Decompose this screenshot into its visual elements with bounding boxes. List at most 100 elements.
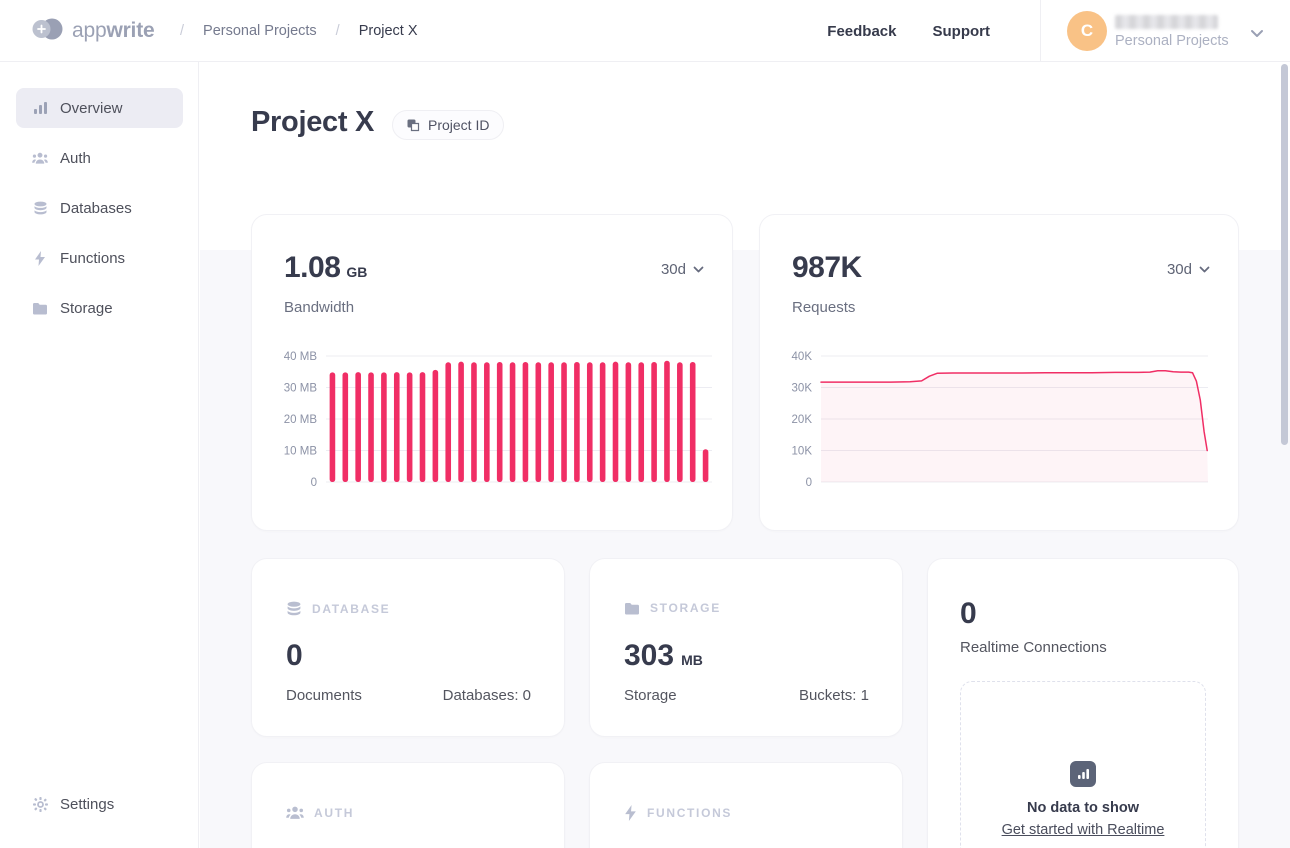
project-id-badge-label: Project ID (428, 117, 489, 133)
top-header: appwrite / Personal Projects / Project X… (0, 0, 1290, 62)
sidebar-item-storage[interactable]: Storage (16, 288, 183, 328)
breadcrumb: / Personal Projects / Project X (180, 0, 418, 62)
sidebar-item-overview[interactable]: Overview (16, 88, 183, 128)
documents-count: 0 (286, 639, 310, 673)
folder-icon (32, 300, 48, 316)
users-icon (32, 150, 48, 166)
gear-icon (32, 796, 48, 812)
lightning-icon (624, 805, 637, 821)
sidebar: Overview Auth Databases Functions Storag… (0, 62, 199, 848)
database-card-footer: Documents Databases: 0 (286, 687, 531, 704)
get-started-realtime-link[interactable]: Get started with Realtime (961, 822, 1205, 838)
storage-size: 303 MB (624, 639, 703, 673)
header-links: Feedback Support (827, 0, 990, 62)
vertical-scrollbar-thumb[interactable] (1281, 64, 1288, 445)
chevron-down-icon (1250, 25, 1264, 43)
bandwidth-card: 1.08 GB 30d Bandwidth 0 10 MB 20 MB 30 MB 40… (251, 214, 733, 531)
sidebar-item-label: Databases (60, 200, 132, 217)
users-icon (286, 805, 304, 820)
storage-card-header: STORAGE (624, 601, 721, 615)
sidebar-item-databases[interactable]: Databases (16, 188, 183, 228)
realtime-connections-number: 0 (960, 597, 977, 631)
chevron-down-icon (693, 266, 704, 273)
functions-card-header: FUNCTIONS (624, 805, 732, 821)
breadcrumb-project-x[interactable]: Project X (359, 23, 418, 39)
bar-chart-icon (32, 100, 48, 116)
sidebar-item-label: Overview (60, 100, 123, 117)
feedback-link[interactable]: Feedback (827, 23, 896, 40)
logo-text: appwrite (72, 19, 154, 43)
folder-icon (624, 602, 640, 615)
storage-label: Storage (624, 687, 677, 704)
storage-unit: MB (681, 652, 703, 668)
bandwidth-label: Bandwidth (284, 299, 354, 316)
sidebar-item-label: Storage (60, 300, 113, 317)
svg-text:20 MB: 20 MB (284, 414, 318, 426)
svg-text:10 MB: 10 MB (284, 446, 318, 458)
page-title: Project X (251, 106, 374, 139)
account-org-label: Personal Projects (1115, 33, 1229, 49)
bar-chart-icon (1070, 761, 1096, 787)
account-menu-button[interactable]: C Personal Projects (1040, 0, 1290, 62)
realtime-empty-state: No data to show Get started with Realtim… (960, 681, 1206, 848)
lightning-icon (32, 250, 48, 266)
sidebar-item-auth[interactable]: Auth (16, 138, 183, 178)
appwrite-logo-icon (32, 18, 63, 45)
database-icon (32, 200, 48, 216)
storage-card-footer: Storage Buckets: 1 (624, 687, 869, 704)
functions-card: FUNCTIONS (589, 762, 903, 848)
svg-text:30 MB: 30 MB (284, 383, 318, 395)
database-category-label: DATABASE (312, 602, 390, 616)
support-link[interactable]: Support (933, 23, 991, 40)
range-label: 30d (1167, 261, 1192, 278)
realtime-card: 0 Realtime Connections No data to show G… (927, 558, 1239, 848)
app-window: appwrite / Personal Projects / Project X… (0, 0, 1290, 848)
sidebar-item-label: Settings (60, 796, 114, 813)
requests-card: 987K 30d Requests 010K20K30K40K (759, 214, 1239, 531)
auth-card-header: AUTH (286, 805, 354, 820)
sidebar-item-label: Auth (60, 150, 91, 167)
no-data-text: No data to show (961, 800, 1205, 816)
realtime-connections-label: Realtime Connections (960, 639, 1107, 656)
bandwidth-bar-chart: 0 10 MB 20 MB 30 MB 40 MB (268, 341, 718, 517)
storage-category-label: STORAGE (650, 601, 721, 615)
sidebar-item-settings[interactable]: Settings (16, 784, 183, 824)
sidebar-item-label: Functions (60, 250, 125, 267)
requests-range-dropdown[interactable]: 30d (1167, 261, 1210, 278)
requests-value: 987K (792, 251, 868, 285)
svg-text:20K: 20K (792, 414, 813, 426)
bandwidth-unit: GB (346, 264, 367, 280)
requests-line-chart: 010K20K30K40K (776, 341, 1226, 517)
database-card: DATABASE 0 Documents Databases: 0 (251, 558, 565, 737)
functions-category-label: FUNCTIONS (647, 806, 732, 820)
storage-card: STORAGE 303 MB Storage Buckets: 1 (589, 558, 903, 737)
copy-icon (407, 119, 420, 132)
bandwidth-number: 1.08 (284, 251, 340, 285)
range-label: 30d (661, 261, 686, 278)
buckets-count-label: Buckets: 1 (799, 687, 869, 704)
appwrite-logo[interactable]: appwrite (32, 0, 154, 62)
auth-card: AUTH (251, 762, 565, 848)
bandwidth-value: 1.08 GB (284, 251, 367, 285)
svg-text:10K: 10K (792, 446, 813, 458)
svg-text:40K: 40K (792, 351, 813, 363)
avatar: C (1067, 11, 1107, 51)
svg-text:40 MB: 40 MB (284, 351, 318, 363)
documents-number: 0 (286, 639, 303, 673)
requests-number: 987K (792, 251, 862, 285)
storage-number: 303 (624, 639, 674, 673)
auth-category-label: AUTH (314, 806, 354, 820)
breadcrumb-separator: / (336, 23, 340, 39)
svg-text:0: 0 (311, 477, 317, 489)
svg-text:0: 0 (806, 477, 812, 489)
breadcrumb-personal-projects[interactable]: Personal Projects (203, 23, 317, 39)
chevron-down-icon (1199, 266, 1210, 273)
database-icon (286, 601, 302, 617)
bandwidth-range-dropdown[interactable]: 30d (661, 261, 704, 278)
sidebar-item-functions[interactable]: Functions (16, 238, 183, 278)
user-name-redacted (1115, 15, 1218, 29)
breadcrumb-separator: / (180, 23, 184, 39)
databases-count-label: Databases: 0 (443, 687, 531, 704)
project-id-badge[interactable]: Project ID (392, 110, 504, 140)
documents-label: Documents (286, 687, 362, 704)
